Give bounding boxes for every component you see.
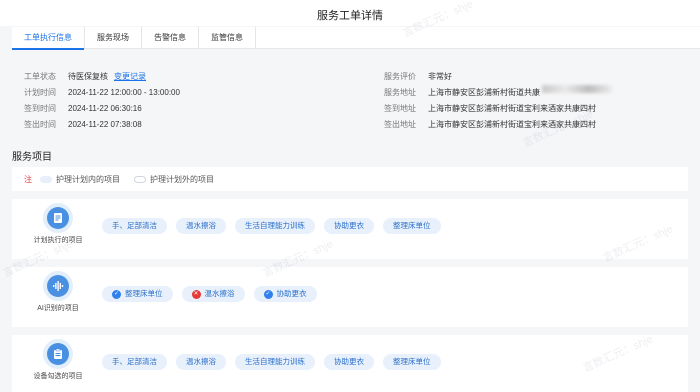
item-pill-label: 温水擦浴 <box>204 289 235 298</box>
legend-note: 注 <box>24 174 32 184</box>
card-icon-box: 计划执行的项目 <box>32 207 84 245</box>
info-row-status: 工单状态 待医保复核 变更记录 <box>24 69 180 85</box>
info-label: 签出时间 <box>24 120 56 129</box>
legend-in-plan-label: 护理计划内的项目 <box>56 174 120 184</box>
item-pill[interactable]: 生活自理能力训练 <box>235 354 315 370</box>
legend-out-plan-label: 护理计划外的项目 <box>150 174 214 184</box>
item-pill[interactable]: 整理床单位 <box>383 354 441 370</box>
info-row-plan-time: 计划时间 2024-11-22 12:00:00 - 13:00:00 <box>24 85 180 101</box>
info-row-checkin-address: 签到地址 上海市静安区彭浦新村街道宝利来酒家共康四村 <box>384 101 612 117</box>
item-pill[interactable]: 温水擦浴 <box>176 354 226 370</box>
page-title: 服务工单详情 <box>317 10 383 22</box>
tab-execution-info[interactable]: 工单执行信息 <box>12 27 85 50</box>
info-right-column: 服务评价 非常好 服务地址 上海市静安区彭浦新村街道共康 签到地址 上海市静安区… <box>384 69 612 133</box>
item-pill[interactable]: 手、足部清洁 <box>102 354 167 370</box>
item-pill-list: 手、足部清洁 温水擦浴 生活自理能力训练 协助更衣 整理床单位 <box>102 354 450 370</box>
plan-time-value: 2024-11-22 12:00:00 - 13:00:00 <box>68 88 180 97</box>
info-label: 签到地址 <box>384 104 416 113</box>
info-label: 服务评价 <box>384 72 416 81</box>
info-label: 计划时间 <box>24 88 56 97</box>
info-row-service-address: 服务地址 上海市静安区彭浦新村街道共康 <box>384 85 612 101</box>
info-row-checkout-time: 签出时间 2024-11-22 07:38:08 <box>24 117 180 133</box>
tab-service-scene[interactable]: 服务现场 <box>85 27 142 49</box>
info-label: 工单状态 <box>24 72 56 81</box>
out-plan-swatch <box>134 175 146 183</box>
in-plan-swatch <box>40 175 52 183</box>
page-header: 服务工单详情 <box>0 0 700 26</box>
info-label: 服务地址 <box>384 88 416 97</box>
item-pill[interactable]: ✓ 协助更衣 <box>253 286 317 302</box>
item-pill[interactable]: 协助更衣 <box>324 218 374 234</box>
order-status-value: 待医保复核 <box>68 72 108 81</box>
card-label: 计划执行的项目 <box>33 237 83 244</box>
section-title: 服务项目 <box>12 152 52 163</box>
ai-recognized-card: AI识别的项目 ✓ 整理床单位 ✕ 温水擦浴 ✓ 协助更衣 <box>12 267 688 327</box>
waveform-icon <box>47 275 69 297</box>
tab-supervision-info[interactable]: 监管信息 <box>199 27 256 49</box>
item-pill[interactable]: 整理床单位 <box>383 218 441 234</box>
tab-alarm-info[interactable]: 告警信息 <box>142 27 199 49</box>
checkin-address-value: 上海市静安区彭浦新村街道宝利来酒家共康四村 <box>428 104 596 113</box>
clipboard-icon <box>47 343 69 365</box>
cross-icon: ✕ <box>191 289 201 299</box>
planned-items-card: 计划执行的项目 手、足部清洁 温水擦浴 生活自理能力训练 协助更衣 整理床单位 <box>12 199 688 259</box>
device-checked-card: 设备勾选的项目 手、足部清洁 温水擦浴 生活自理能力训练 协助更衣 整理床单位 <box>12 335 688 392</box>
check-icon: ✓ <box>263 289 273 299</box>
order-info-panel: 工单状态 待医保复核 变更记录 计划时间 2024-11-22 12:00:00… <box>12 62 688 136</box>
info-label: 签出地址 <box>384 120 416 129</box>
check-icon: ✓ <box>112 289 121 299</box>
card-icon-box: 设备勾选的项目 <box>32 343 84 381</box>
service-rating-value: 非常好 <box>428 72 452 81</box>
tab-bar: 工单执行信息 服务现场 告警信息 监管信息 <box>12 27 700 50</box>
legend: 注 护理计划内的项目 护理计划外的项目 <box>12 167 688 191</box>
info-label: 签到时间 <box>24 104 56 113</box>
service-address-value: 上海市静安区彭浦新村街道共康 <box>428 88 540 97</box>
card-icon-box: AI识别的项目 <box>32 275 84 313</box>
item-pill-list: 手、足部清洁 温水擦浴 生活自理能力训练 协助更衣 整理床单位 <box>102 218 450 234</box>
item-pill-list: ✓ 整理床单位 ✕ 温水擦浴 ✓ 协助更衣 <box>102 286 326 302</box>
item-pill[interactable]: 生活自理能力训练 <box>235 218 315 234</box>
item-pill[interactable]: ✕ 温水擦浴 <box>181 286 245 302</box>
checkin-time-value: 2024-11-22 06:30:16 <box>68 104 142 113</box>
change-log-link[interactable]: 变更记录 <box>114 69 146 85</box>
info-row-rating: 服务评价 非常好 <box>384 69 612 85</box>
item-pill-label: 协助更衣 <box>276 289 307 298</box>
item-pill[interactable]: 协助更衣 <box>324 354 374 370</box>
item-pill[interactable]: 温水擦浴 <box>176 218 226 234</box>
card-label: AI识别的项目 <box>37 305 79 312</box>
info-left-column: 工单状态 待医保复核 变更记录 计划时间 2024-11-22 12:00:00… <box>24 69 180 133</box>
item-pill[interactable]: ✓ 整理床单位 <box>102 286 173 302</box>
info-row-checkout-address: 签出地址 上海市静安区彭浦新村街道宝利来酒家共康四村 <box>384 117 612 133</box>
document-icon <box>47 207 69 229</box>
info-row-checkin-time: 签到时间 2024-11-22 06:30:16 <box>24 101 180 117</box>
item-pill[interactable]: 手、足部清洁 <box>102 218 167 234</box>
item-pill-label: 整理床单位 <box>125 289 163 298</box>
redacted-text <box>542 85 612 93</box>
card-label: 设备勾选的项目 <box>33 373 83 380</box>
checkout-time-value: 2024-11-22 07:38:08 <box>68 120 142 129</box>
checkout-address-value: 上海市静安区彭浦新村街道宝利来酒家共康四村 <box>428 120 596 129</box>
